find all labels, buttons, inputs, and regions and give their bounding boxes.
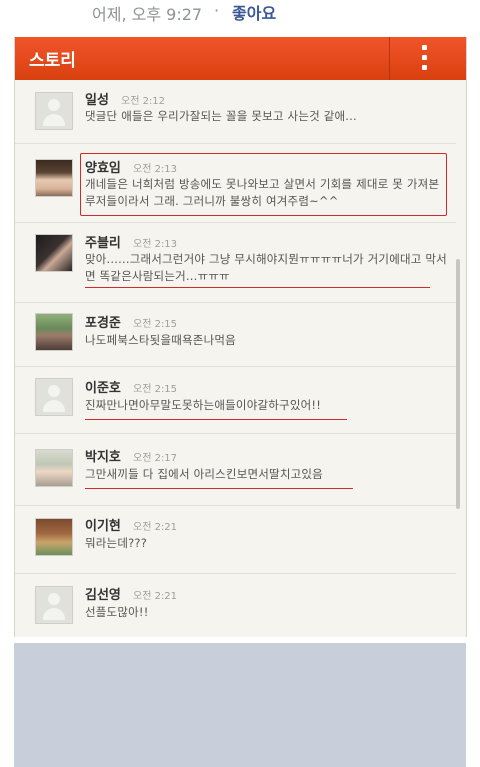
like-link[interactable]: 좋아요 (232, 0, 276, 24)
comment-item: 이기현 오전 2:21 뭐라는데??? (15, 505, 456, 574)
comment-text: 선플도많아!! (85, 605, 149, 619)
comment-item: 박지호 오전 2:17 그만새끼들 다 집에서 아리스킨보면서딸치고있음 (15, 433, 456, 506)
avatar-placeholder-icon[interactable] (35, 586, 73, 624)
highlight-underline (85, 419, 347, 420)
header-divider (389, 37, 390, 80)
avatar-photo[interactable] (35, 313, 73, 351)
comment-item: 주블리 오전 2:13 맞아......그래서그런거야 그냥 무시해야지뭔ㅠㅠㅠ… (15, 222, 456, 303)
avatar-placeholder-icon[interactable] (35, 378, 73, 416)
comment-text: 나도페북스타됫을때욕존나먹음 (85, 333, 236, 347)
post-time: 어제, 오후 9:27 (92, 5, 203, 24)
commenter-name[interactable]: 김선영 (85, 584, 121, 603)
commenter-name[interactable]: 박지호 (85, 446, 121, 465)
comment-time: 오전 2:21 (133, 591, 178, 602)
comment-text: 진짜만나면아무말도못하는애들이야갈하구있어!! (85, 398, 321, 412)
comment-text: 댓글단 애들은 우리가잘되는 꼴을 못보고 사는것 같애... (85, 109, 357, 123)
overflow-menu-icon[interactable] (411, 43, 439, 75)
comment-item: 양효임 오전 2:13 개네들은 너희처럼 방송에도 못나와보고 살면서 기회를… (15, 143, 456, 223)
comment-text: 그만새끼들 다 집에서 아리스킨보면서딸치고있음 (85, 467, 323, 481)
highlight-underline (85, 488, 353, 489)
comment-item: 일성 오전 2:12 댓글단 애들은 우리가잘되는 꼴을 못보고 사는것 같애.… (15, 80, 456, 144)
app-header: 스토리 (15, 37, 466, 80)
comment-item: 김선영 오전 2:21 선플도많아!! (15, 573, 456, 637)
commenter-name[interactable]: 일성 (85, 89, 109, 108)
avatar-placeholder-icon[interactable] (35, 92, 73, 130)
comment-list: 일성 오전 2:12 댓글단 애들은 우리가잘되는 꼴을 못보고 사는것 같애.… (15, 80, 466, 637)
commenter-name[interactable]: 포경준 (85, 312, 121, 331)
comment-time: 오전 2:15 (133, 384, 178, 395)
bottom-panel (14, 643, 466, 767)
comment-time: 오전 2:17 (133, 453, 178, 464)
comment-text: 맞아......그래서그런거야 그냥 무시해야지뭔ㅠㅠㅠㅠ너가 거기에대고 막서… (85, 252, 447, 283)
comment-text: 뭐라는데??? (85, 536, 148, 550)
comment-item: 이준호 오전 2:15 진짜만나면아무말도못하는애들이야갈하구있어!! (15, 366, 456, 434)
avatar-photo[interactable] (35, 159, 73, 197)
highlight-underline (85, 287, 430, 288)
highlight-box (80, 153, 447, 216)
avatar-photo[interactable] (35, 518, 73, 556)
comment-time: 오전 2:15 (133, 319, 178, 330)
scrollbar[interactable] (456, 259, 460, 509)
comment-item: 포경준 오전 2:15 나도페북스타됫을때욕존나먹음 (15, 302, 456, 367)
avatar-photo[interactable] (35, 234, 73, 272)
comment-time: 오전 2:13 (133, 239, 178, 250)
commenter-name[interactable]: 이준호 (85, 377, 121, 396)
story-app-screenshot: 스토리 일성 오전 2:12 댓글단 애들은 우리가잘되는 꼴을 못보고 사는것… (14, 37, 467, 637)
avatar-photo[interactable] (35, 449, 73, 487)
post-meta-bar: 어제, 오후 9:27 · 좋아요 (0, 0, 480, 30)
commenter-name[interactable]: 이기현 (85, 515, 121, 534)
comment-time: 오전 2:21 (133, 522, 178, 533)
separator-dot: · (214, 1, 220, 20)
commenter-name[interactable]: 주블리 (85, 232, 121, 251)
comment-time: 오전 2:12 (121, 96, 166, 107)
app-title: 스토리 (29, 51, 76, 71)
